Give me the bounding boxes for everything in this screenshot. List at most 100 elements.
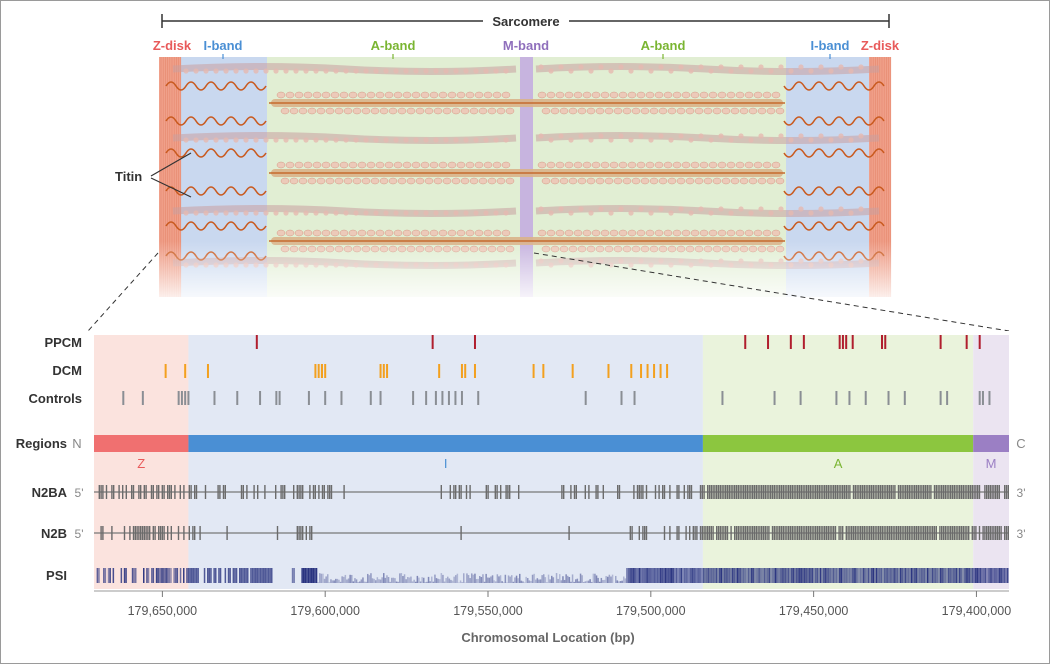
n2ba-exon <box>824 485 826 499</box>
n2ba-exon <box>122 485 124 499</box>
n2b-exon <box>696 526 698 540</box>
n2ba-exon <box>960 485 963 499</box>
psi-bar <box>917 568 919 583</box>
psi-bar <box>378 579 380 583</box>
n2b-exon <box>982 526 984 540</box>
psi-bar <box>234 568 236 583</box>
psi-bar <box>607 576 609 583</box>
psi-bar <box>352 581 355 583</box>
psi-bar <box>808 568 811 583</box>
n2b-exon <box>717 526 720 540</box>
psi-bar <box>405 579 407 583</box>
psi-bar <box>973 568 975 583</box>
n2b-exon <box>824 526 826 540</box>
controls-variant-mark <box>864 391 867 405</box>
n2ba-exon <box>280 485 282 499</box>
psi-bar <box>912 568 915 583</box>
n2b-exon <box>996 526 999 540</box>
n2ba-exon <box>156 485 158 499</box>
psi-bar <box>563 579 566 583</box>
n2ba-exon <box>669 485 671 499</box>
n2b-exon <box>975 526 977 540</box>
psi-bar <box>991 568 993 583</box>
psi-bar <box>306 568 308 583</box>
controls-variant-mark <box>236 391 239 405</box>
n2b-exon <box>138 526 140 540</box>
psi-bar <box>415 581 417 583</box>
psi-bar <box>495 581 497 583</box>
psi-bar <box>327 574 329 583</box>
n2b-exon <box>851 526 853 540</box>
z-disk-right-label: Z-disk <box>861 38 900 53</box>
psi-bar <box>989 568 991 583</box>
n2ba-exon <box>764 485 766 499</box>
n2b-exon <box>885 526 887 540</box>
psi-bar <box>634 568 636 583</box>
dcm-variant-mark <box>542 364 545 378</box>
n2ba-exon <box>996 485 999 499</box>
region-label-a: A <box>834 456 843 471</box>
n2b-exon <box>924 526 927 540</box>
n2b-exon <box>840 526 842 540</box>
region-segment-i <box>188 435 703 452</box>
psi-bar <box>400 573 403 583</box>
psi-bar <box>824 568 827 583</box>
n2b-exon <box>852 526 855 540</box>
n2b-exon <box>708 526 711 540</box>
psi-bar <box>951 568 953 583</box>
n2b-exon <box>305 526 307 540</box>
titin-figure: Sarcomere Z-disk I-band A-band M-band A-… <box>16 12 1026 645</box>
psi-bar <box>794 568 796 583</box>
psi-bar <box>927 568 929 583</box>
n2ba-exon <box>575 485 577 499</box>
controls-variant-mark <box>773 391 776 405</box>
n2ba-exon <box>807 485 810 499</box>
n2b-exon <box>644 526 646 540</box>
n2ba-exon <box>847 485 849 499</box>
psi-bar <box>997 568 999 583</box>
controls-variant-mark <box>477 391 480 405</box>
n2ba-exon <box>168 485 171 499</box>
psi-bar <box>877 568 879 583</box>
n2b-exon <box>786 526 788 540</box>
psi-bar <box>707 568 710 583</box>
n2b-exon <box>960 526 963 540</box>
n2b-exon <box>699 526 702 540</box>
psi-bar <box>261 568 263 583</box>
n2ba-exon <box>793 485 795 499</box>
n2b-exon <box>811 526 813 540</box>
psi-bar <box>163 568 166 583</box>
psi-bar <box>427 576 430 583</box>
n2ba-exon <box>899 485 901 499</box>
n2ba-exon <box>507 485 509 499</box>
psi-bar <box>874 568 876 583</box>
psi-bar <box>743 568 745 583</box>
psi-bar <box>682 568 684 583</box>
n2ba-exon <box>759 485 761 499</box>
psi-bar <box>440 573 443 583</box>
psi-bar <box>583 582 585 583</box>
psi-bar <box>680 568 683 583</box>
controls-variant-mark <box>324 391 327 405</box>
psi-bar <box>994 568 996 583</box>
n2ba-exon <box>721 485 723 499</box>
ppcm-variant-mark <box>838 335 841 349</box>
dcm-variant-mark <box>379 364 382 378</box>
n2b-exon <box>141 526 144 540</box>
n2ba-exon <box>775 485 777 499</box>
psi-bar <box>621 580 623 583</box>
psi-bar <box>379 579 382 583</box>
psi-bar <box>781 568 783 583</box>
n2ba-exon <box>782 485 784 499</box>
n2b-exon <box>161 526 163 540</box>
n2ba-exon <box>469 485 471 499</box>
psi-bar <box>589 579 591 583</box>
n2b-exon <box>676 526 678 540</box>
n2b-exon <box>973 526 975 540</box>
psi-bar <box>717 568 719 583</box>
n2ba-exon <box>174 485 176 499</box>
psi-bar <box>359 581 361 583</box>
psi-bar <box>650 568 652 583</box>
psi-bar <box>789 568 791 583</box>
psi-bar <box>581 575 583 583</box>
